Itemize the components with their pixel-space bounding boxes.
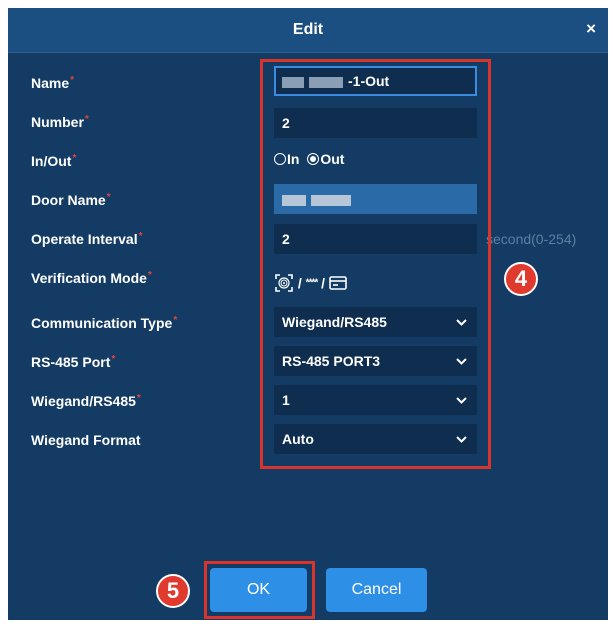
- wiegand-rs485-label: Wiegand/RS485*: [31, 393, 141, 409]
- rs485-port-label: RS-485 Port*: [31, 354, 116, 370]
- dialog-titlebar: Edit ×: [8, 8, 608, 53]
- close-icon[interactable]: ×: [586, 20, 596, 38]
- communication-type-label: Communication Type*: [31, 315, 178, 331]
- dialog-title: Edit: [292, 21, 324, 38]
- name-label: Name*: [31, 75, 75, 91]
- wiegand-format-label: Wiegand Format: [31, 432, 141, 448]
- cancel-button[interactable]: Cancel: [326, 568, 427, 612]
- annotation-badge-5: 5: [156, 574, 190, 608]
- annotation-box-4: [260, 59, 491, 469]
- annotation-box-5: [204, 561, 315, 619]
- door-name-label: Door Name*: [31, 192, 111, 208]
- edit-dialog: Edit × Name* -1-Out Number* 2 In/Out* In…: [8, 8, 608, 620]
- verification-mode-label: Verification Mode*: [31, 270, 152, 286]
- annotation-badge-4: 4: [504, 262, 538, 296]
- number-label: Number*: [31, 114, 89, 130]
- operate-interval-hint: second(0-254): [486, 231, 577, 247]
- operate-interval-label: Operate Interval*: [31, 231, 143, 247]
- in-out-label: In/Out*: [31, 153, 77, 169]
